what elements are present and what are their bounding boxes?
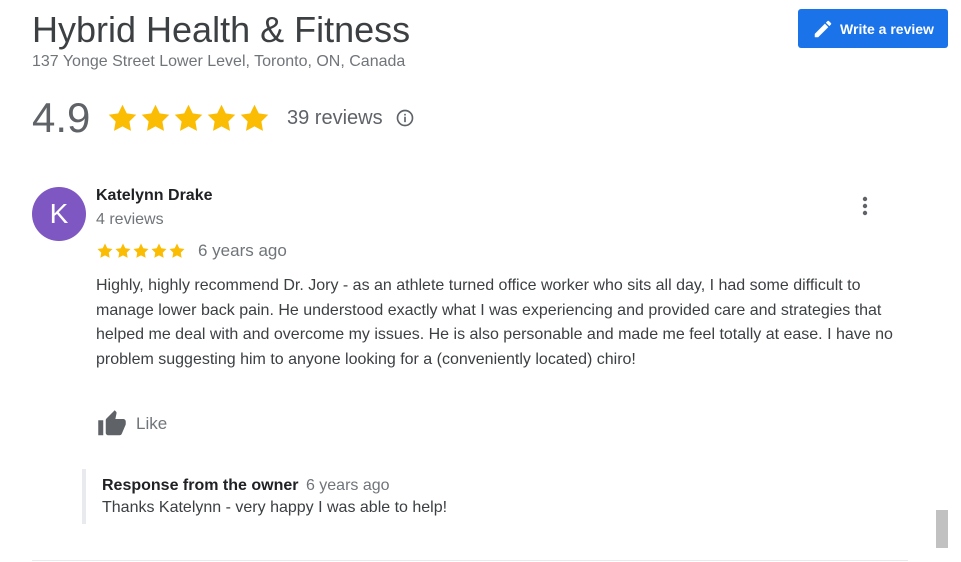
review-star-icon (115, 243, 131, 258)
rating-summary: 4.9 39 reviews (32, 95, 415, 141)
rating-star-icon (174, 104, 203, 131)
business-name: Hybrid Health & Fitness (32, 9, 411, 50)
write-review-button[interactable]: Write a review (798, 9, 948, 48)
reviewer-name[interactable]: Katelynn Drake (96, 187, 213, 205)
review-rating: 6 years ago (96, 240, 287, 262)
reviews-panel: Hybrid Health & Fitness 137 Yonge Street… (0, 0, 961, 562)
business-address: 137 Yonge Street Lower Level, Toronto, O… (32, 53, 406, 70)
review-time: 6 years ago (198, 241, 287, 260)
review-text: Highly, highly recommend Dr. Jory - as a… (96, 277, 893, 368)
review-star-icon (97, 243, 113, 258)
like-button[interactable]: Like (96, 408, 167, 440)
review-count: 39 reviews (287, 106, 383, 129)
pencil-icon (812, 18, 834, 40)
rating-star-icon (240, 104, 269, 131)
like-label: Like (136, 414, 168, 433)
more-options-button[interactable] (852, 194, 878, 222)
review-stars (96, 242, 186, 260)
reviewer-review-count: 4 reviews (96, 211, 164, 228)
thumbs-up-icon (96, 409, 128, 439)
info-icon[interactable] (383, 108, 415, 128)
owner-response-time: 6 years ago (305, 477, 390, 494)
write-review-label: Write a review (840, 20, 934, 37)
review-star-icon (133, 243, 149, 258)
scrollbar-thumb[interactable] (936, 510, 948, 548)
divider (32, 560, 908, 561)
average-rating: 4.9 (32, 94, 91, 141)
rating-star-icon (141, 104, 170, 131)
avatar[interactable]: K (32, 187, 86, 241)
more-vertical-icon (862, 196, 868, 221)
owner-response-title: Response from the owner (102, 477, 299, 494)
rating-star-icon (108, 104, 137, 131)
owner-response-text: Thanks Katelynn - very happy I was able … (102, 499, 448, 516)
review-star-icon (151, 243, 167, 258)
owner-response: Response from the owner 6 years ago Than… (82, 469, 782, 524)
rating-stars (106, 102, 271, 135)
review-star-icon (169, 243, 185, 258)
rating-star-icon (207, 104, 236, 131)
